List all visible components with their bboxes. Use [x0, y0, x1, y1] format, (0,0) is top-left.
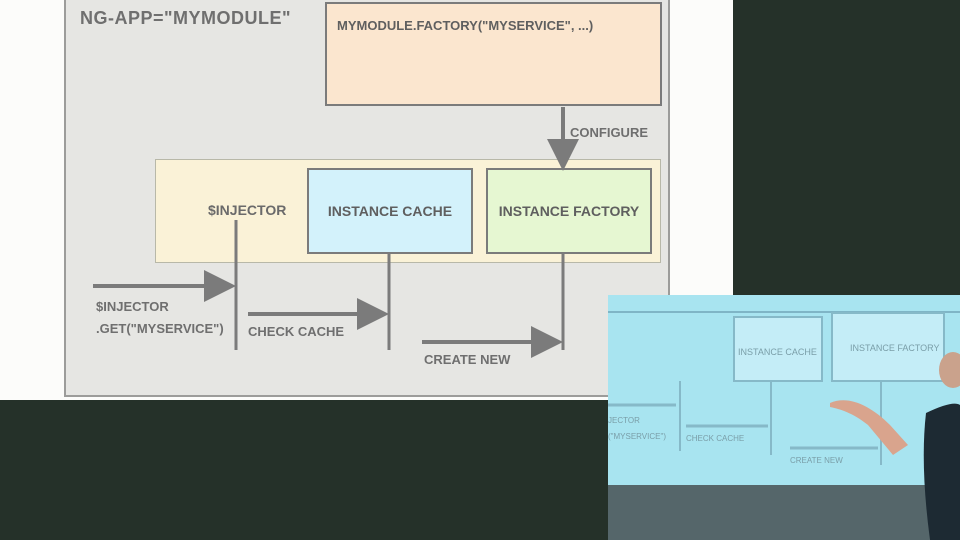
video-instance-cache: INSTANCE CACHE	[738, 347, 817, 357]
presenter-video: INSTANCE CACHE INSTANCE FACTORY JECTOR (…	[608, 295, 960, 540]
video-create-new: CREATE NEW	[790, 456, 843, 465]
video-check-cache: CHECK CACHE	[686, 434, 744, 443]
video-get-call: ("MYSERVICE")	[608, 432, 666, 441]
video-instance-factory: INSTANCE FACTORY	[850, 343, 940, 353]
video-projection: INSTANCE CACHE INSTANCE FACTORY JECTOR (…	[608, 295, 960, 540]
video-injector: JECTOR	[608, 416, 640, 425]
